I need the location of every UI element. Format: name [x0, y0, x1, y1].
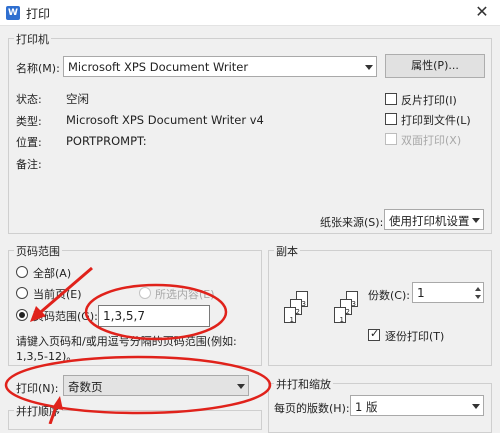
pages-per-sheet-select[interactable]: 1 版	[350, 395, 484, 416]
printer-name-label: 名称(M):	[16, 62, 60, 75]
title-bar	[0, 0, 500, 26]
printer-name-select[interactable]: Microsoft XPS Document Writer	[63, 56, 377, 77]
page-icon: 1	[334, 307, 346, 324]
page-range-label[interactable]: 页码范围(G):	[33, 308, 98, 324]
reverse-print-label[interactable]: 反片打印(I)	[401, 92, 457, 108]
paper-source-select[interactable]: 使用打印机设置	[384, 209, 484, 230]
type-label: 类型:	[16, 115, 42, 128]
status-value: 空闲	[66, 92, 89, 106]
pages-per-sheet-label: 每页的版数(H):	[274, 402, 350, 415]
pages-per-sheet-value: 1 版	[355, 400, 378, 414]
print-to-file-checkbox[interactable]	[385, 113, 397, 125]
chevron-down-icon	[237, 384, 245, 389]
reverse-print-checkbox[interactable]	[385, 93, 397, 105]
print-to-file-label[interactable]: 打印到文件(L)	[401, 112, 471, 128]
page-range-radio[interactable]	[16, 309, 28, 321]
page-range-hint-example: 1,3,5-12)。	[16, 350, 78, 363]
window-title: 打印	[26, 7, 51, 21]
printer-name-value: Microsoft XPS Document Writer	[68, 60, 249, 74]
properties-button[interactable]: 属性(P)...	[385, 54, 485, 78]
print-what-value: 奇数页	[68, 380, 103, 394]
collate-label[interactable]: 逐份打印(T)	[385, 328, 444, 344]
duplex-label: 双面打印(X)	[401, 134, 462, 147]
all-pages-label[interactable]: 全部(A)	[33, 265, 71, 281]
copies-count-stepper[interactable]: 1	[412, 282, 484, 303]
wps-app-icon: W	[6, 6, 20, 20]
chevron-down-icon	[472, 404, 480, 409]
chevron-down-icon	[365, 65, 373, 70]
print-what-label: 打印(N):	[16, 382, 59, 395]
print-what-select[interactable]: 奇数页	[63, 375, 249, 396]
selection-radio[interactable]	[139, 287, 151, 299]
status-label: 状态:	[16, 93, 42, 106]
page-range-input[interactable]: 1,3,5,7	[98, 305, 210, 327]
selection-label: 所选内容(E)	[155, 288, 215, 301]
copies-count-label: 份数(C):	[368, 289, 410, 302]
collate-order-title: 并打顺序	[14, 403, 62, 419]
chevron-down-icon	[472, 218, 480, 223]
current-page-radio[interactable]	[16, 287, 28, 299]
printer-group-title: 打印机	[14, 31, 51, 47]
spin-down-icon[interactable]	[475, 295, 481, 299]
page-icon: 1	[284, 307, 296, 324]
spin-up-icon[interactable]	[475, 287, 481, 291]
paper-source-label: 纸张来源(S):	[320, 216, 384, 229]
copies-count-value: 1	[417, 286, 425, 300]
current-page-label[interactable]: 当前页(E)	[33, 286, 82, 302]
paper-source-value: 使用打印机设置	[389, 214, 470, 228]
page-range-title: 页码范围	[14, 243, 62, 259]
collate-checkbox[interactable]	[368, 327, 380, 341]
scale-title: 并打和缩放	[274, 376, 333, 392]
comment-label: 备注:	[16, 158, 42, 171]
page-range-value: 1,3,5,7	[103, 309, 145, 323]
type-value: Microsoft XPS Document Writer v4	[66, 113, 264, 127]
collate-pages-illustration: 3 2 1 3 2 1	[276, 285, 366, 335]
copies-title: 副本	[274, 243, 300, 259]
close-icon[interactable]: ✕	[468, 0, 496, 24]
all-pages-radio[interactable]	[16, 266, 28, 278]
location-value: PORTPROMPT:	[66, 134, 147, 148]
location-label: 位置:	[16, 136, 42, 149]
duplex-checkbox[interactable]	[385, 133, 397, 145]
page-range-hint: 请键入页码和/或用逗号分隔的页码范围(例如:	[16, 335, 237, 348]
